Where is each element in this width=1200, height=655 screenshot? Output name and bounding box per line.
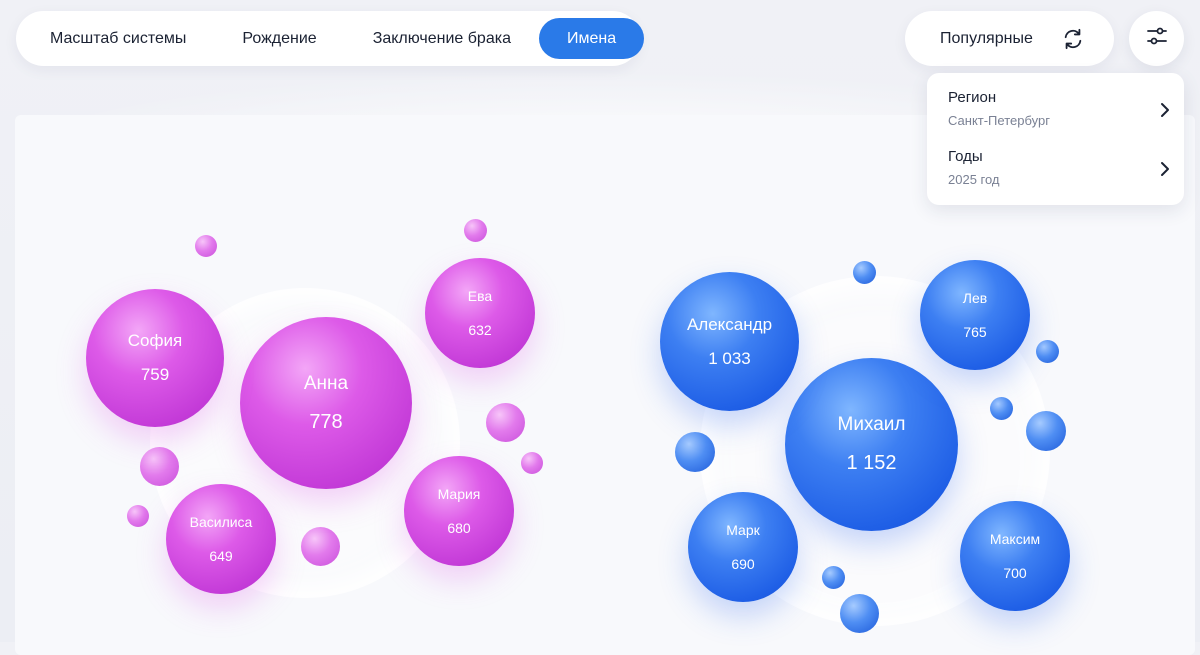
- decor-orb: [1036, 340, 1059, 363]
- tab-system-scale[interactable]: Масштаб системы: [22, 18, 214, 59]
- decor-orb: [822, 566, 845, 589]
- decor-orb: [853, 261, 876, 284]
- decor-orb: [140, 447, 179, 486]
- filter-region-value: Санкт-Петербург: [948, 113, 1050, 128]
- name-bubble-sofia[interactable]: София 759: [86, 289, 224, 427]
- bubble-name: Михаил: [837, 414, 906, 435]
- bubble-count: 632: [468, 322, 492, 338]
- filter-region-title: Регион: [948, 89, 997, 106]
- decor-orb: [521, 452, 543, 474]
- filters-dropdown: Регион Санкт-Петербург Годы 2025 год: [927, 73, 1184, 205]
- name-bubble-mikhail[interactable]: Михаил 1 152: [785, 358, 958, 531]
- filter-years-title: Годы: [948, 148, 983, 165]
- decor-orb: [464, 219, 487, 242]
- bubble-count: 690: [731, 556, 755, 572]
- bubble-name: Лев: [962, 290, 988, 306]
- decor-orb: [127, 505, 149, 527]
- bubble-count: 778: [309, 410, 343, 433]
- bubble-count: 680: [447, 520, 471, 536]
- popular-label: Популярные: [940, 29, 1033, 47]
- decor-orb: [675, 432, 715, 472]
- bubble-name: Марк: [726, 522, 760, 538]
- bubble-name: Анна: [303, 372, 349, 394]
- chevron-right-icon: [1159, 101, 1173, 119]
- name-bubble-maksim[interactable]: Максим 700: [960, 501, 1070, 611]
- name-bubble-lev[interactable]: Лев 765: [920, 260, 1030, 370]
- section-tabs: Масштаб системы Рождение Заключение брак…: [16, 11, 645, 66]
- name-bubble-anna[interactable]: Анна 778: [240, 317, 412, 489]
- bubble-count: 1 152: [846, 452, 897, 474]
- bubble-name: Максим: [989, 531, 1041, 547]
- decor-orb: [840, 594, 879, 633]
- filter-region[interactable]: Регион Санкт-Петербург: [948, 89, 1173, 139]
- bubble-count: 649: [209, 548, 233, 564]
- tab-marriage[interactable]: Заключение брака: [345, 18, 539, 59]
- name-bubble-mark[interactable]: Марк 690: [688, 492, 798, 602]
- popular-toggle[interactable]: Популярные: [905, 11, 1114, 66]
- decor-orb: [486, 403, 525, 442]
- name-bubble-maria[interactable]: Мария 680: [404, 456, 514, 566]
- bubble-count: 765: [963, 324, 987, 340]
- decor-orb: [301, 527, 340, 566]
- bubble-name: Мария: [437, 486, 481, 502]
- name-bubble-vasilisa[interactable]: Василиса 649: [166, 484, 276, 594]
- filter-years[interactable]: Годы 2025 год: [948, 148, 1173, 198]
- bubble-name: София: [127, 331, 183, 350]
- chevron-right-icon: [1159, 160, 1173, 178]
- tab-birth[interactable]: Рождение: [214, 18, 344, 59]
- name-bubble-aleksandr[interactable]: Александр 1 033: [660, 272, 799, 411]
- filter-button[interactable]: [1129, 11, 1184, 66]
- decor-orb: [1026, 411, 1066, 451]
- decor-orb: [990, 397, 1013, 420]
- bubble-name: Ева: [467, 288, 493, 304]
- tab-names[interactable]: Имена: [538, 18, 645, 59]
- filter-sliders-icon: [1145, 24, 1169, 53]
- filter-years-value: 2025 год: [948, 172, 1000, 187]
- bubble-count: 759: [140, 365, 170, 384]
- bubble-count: 1 033: [708, 348, 751, 368]
- bubble-count: 700: [1003, 565, 1027, 581]
- bubble-name: Александр: [686, 314, 773, 334]
- bubble-name: Василиса: [189, 514, 253, 530]
- refresh-icon[interactable]: [1061, 27, 1085, 51]
- name-bubble-eva[interactable]: Ева 632: [425, 258, 535, 368]
- decor-orb: [195, 235, 217, 257]
